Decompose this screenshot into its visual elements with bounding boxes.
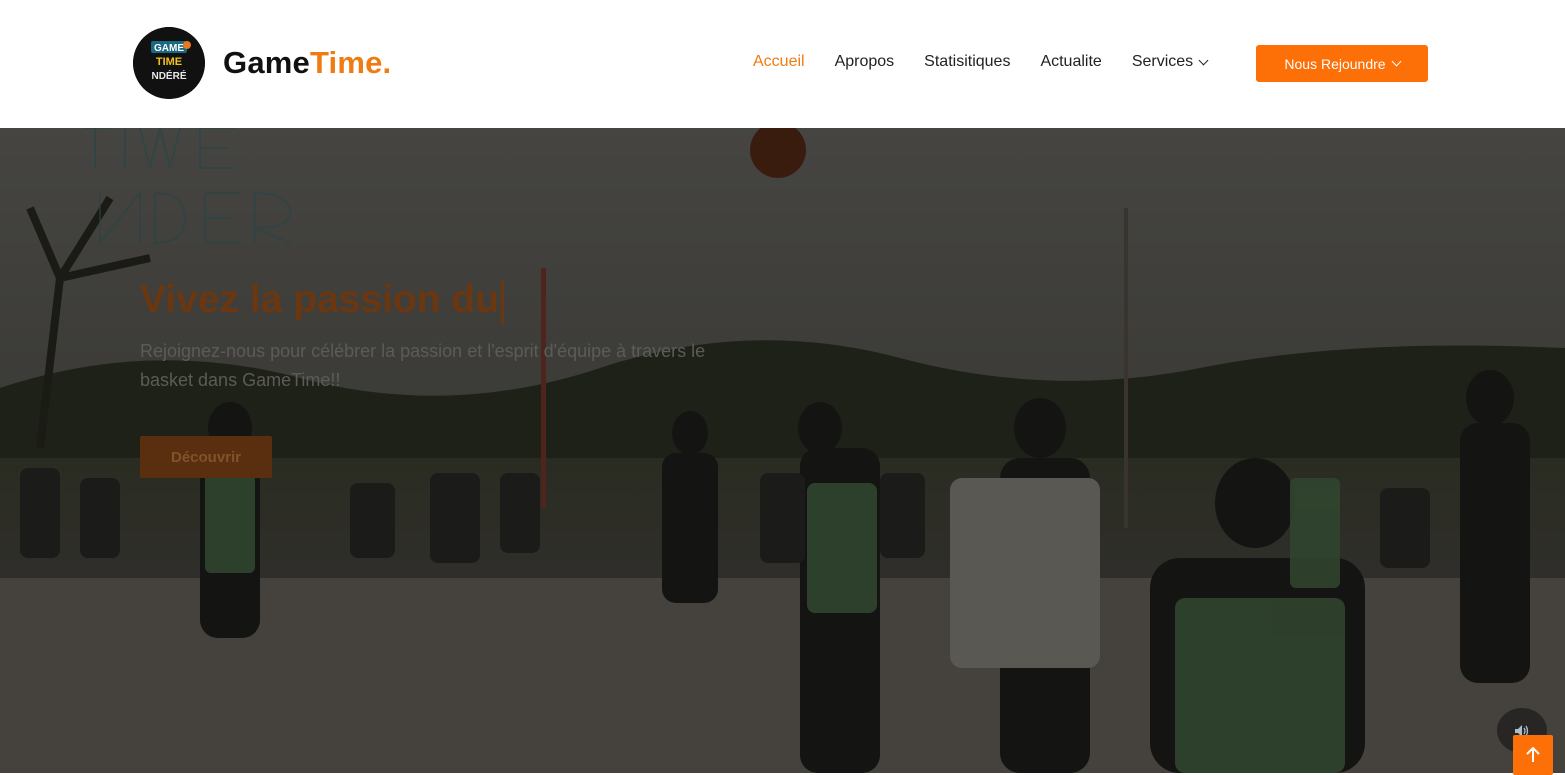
logo-text-ndere: NDÉRÉ [151, 69, 186, 82]
arrow-up-icon [1526, 747, 1540, 762]
join-button[interactable]: Nous Rejoundre [1256, 45, 1428, 82]
site-header: GAME TIME NDÉRÉ GameTime. Accueil Apropo… [0, 0, 1565, 128]
hero-subtitle: Rejoignez-nous pour célébrer la passion … [140, 341, 706, 390]
chevron-down-icon [1198, 55, 1209, 65]
join-button-label: Nous Rejoundre [1284, 55, 1386, 72]
hero-title-text: Vivez la passion du [140, 278, 500, 321]
hero-section: Vivez la passion du Rejoignez-nous pour … [0, 128, 1565, 773]
brand-logo[interactable]: GAME TIME NDÉRÉ GameTime. [133, 27, 391, 99]
main-nav: Accueil Apropos Statisitiques Actualite … [753, 52, 1237, 72]
nav-item-services-label: Services [1131, 53, 1194, 70]
logo-text-time: TIME [156, 56, 182, 68]
nav-item-apropos[interactable]: Apropos [835, 52, 895, 72]
brand-name-part2: Time. [309, 45, 392, 80]
brand-name: GameTime. [223, 45, 391, 81]
nav-item-statistiques[interactable]: Statisitiques [924, 52, 1010, 72]
scroll-to-top-button[interactable] [1513, 735, 1553, 775]
nav-item-accueil[interactable]: Accueil [753, 52, 805, 72]
nav-item-services[interactable]: Services [1131, 52, 1209, 72]
nav-item-actualite[interactable]: Actualite [1040, 52, 1101, 72]
logo-badge: GAME TIME NDÉRÉ [133, 27, 205, 99]
brand-name-part1: Game [223, 45, 310, 80]
logo-text-game: GAME [154, 43, 184, 54]
hero-title: Vivez la passion du [140, 278, 505, 324]
discover-button[interactable]: Découvrir [140, 436, 272, 478]
typing-caret [501, 279, 505, 324]
chevron-down-icon [1391, 56, 1402, 67]
